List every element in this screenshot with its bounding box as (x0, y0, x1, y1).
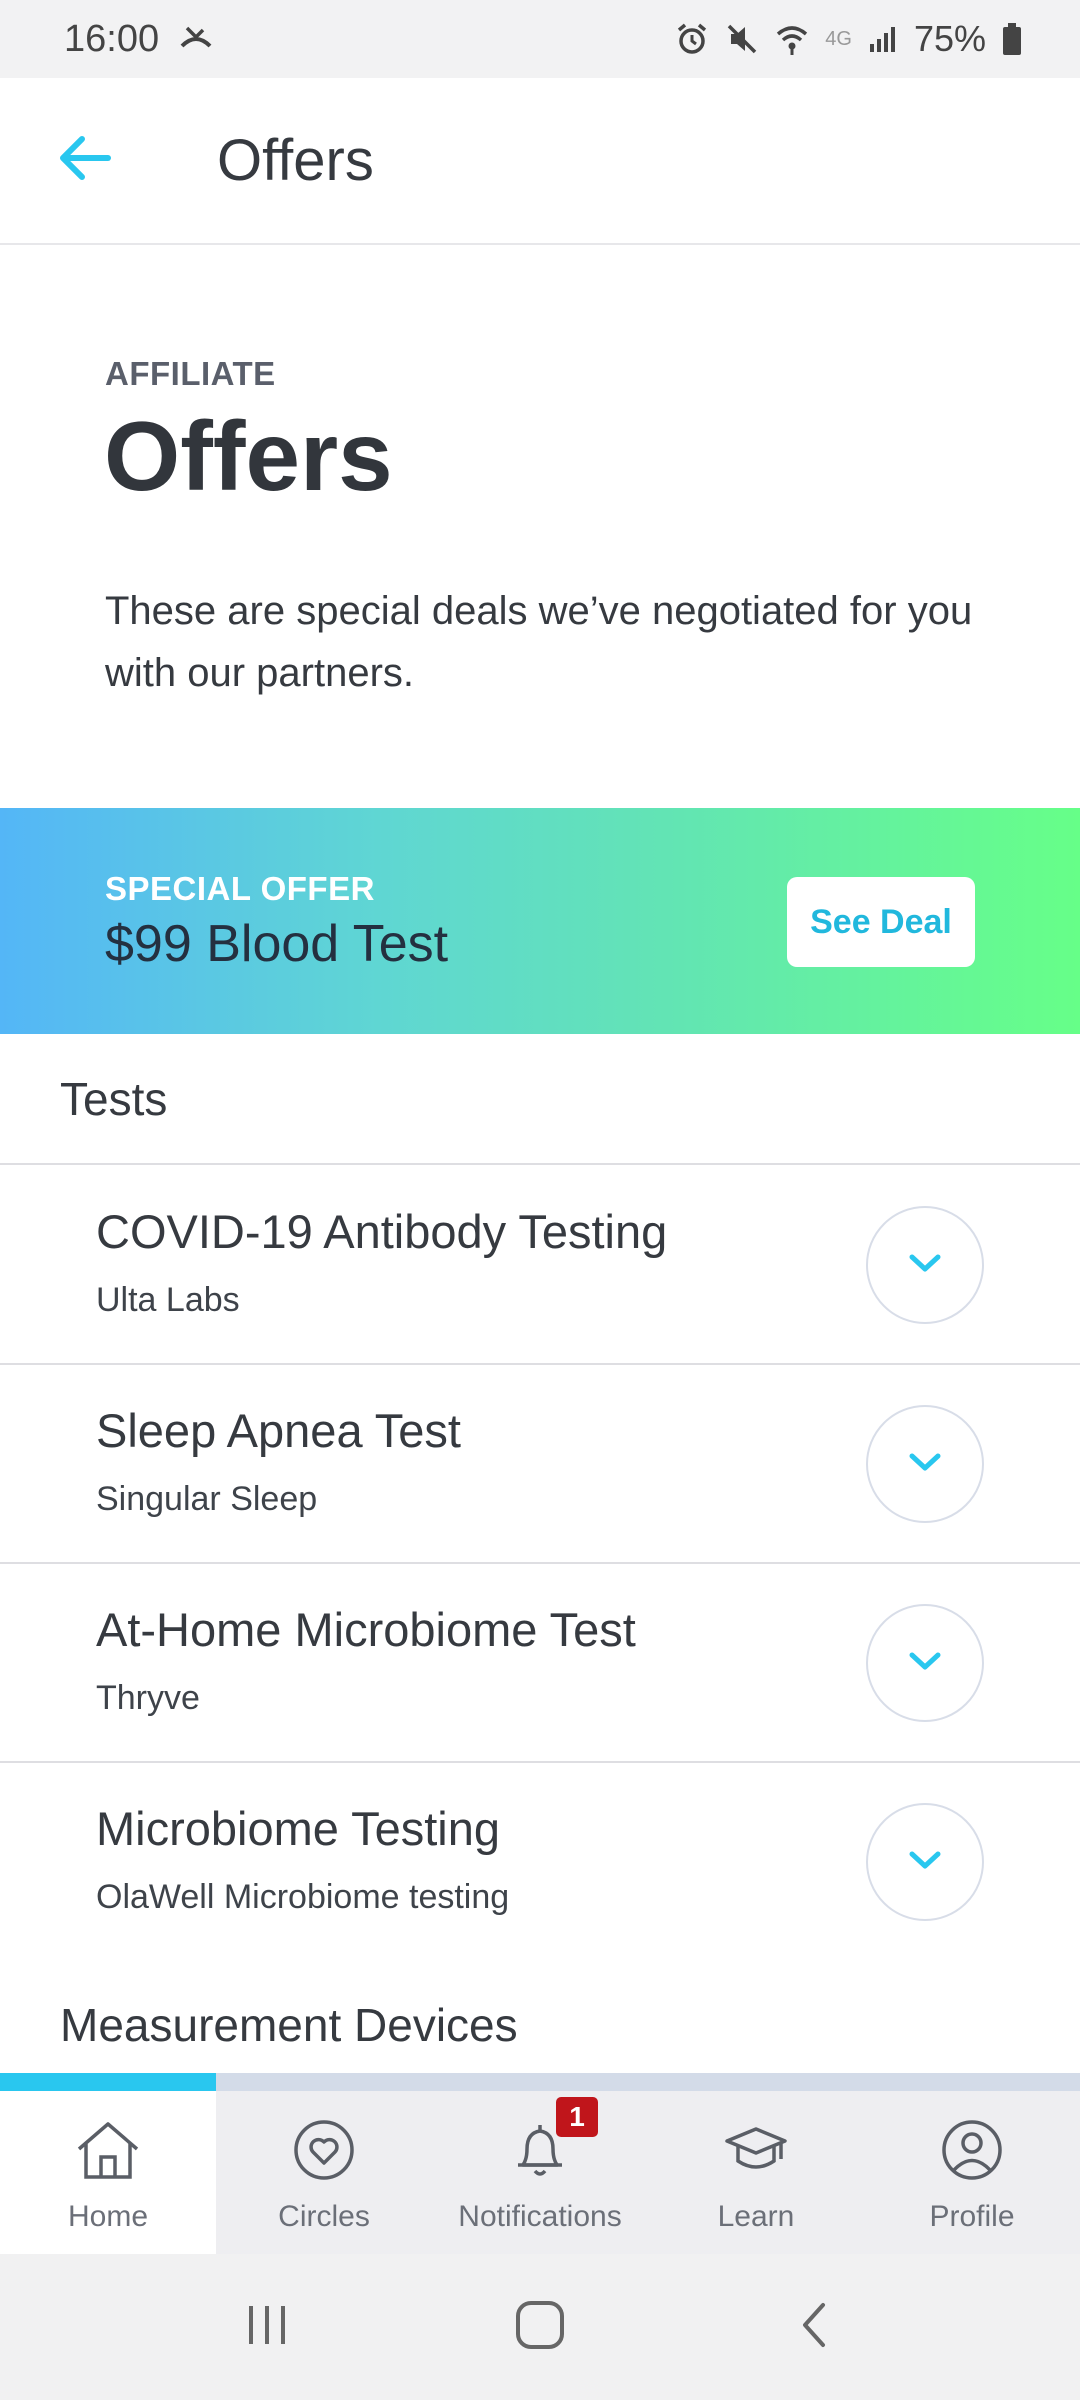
home-icon (73, 2119, 143, 2186)
recent-apps-icon (242, 2300, 292, 2355)
nav-item-home[interactable]: Home (0, 2091, 216, 2254)
wifi-icon (775, 22, 809, 56)
back-button[interactable] (52, 129, 116, 193)
offer-provider: Thryve (96, 1679, 200, 1717)
notification-badge: 1 (556, 2097, 598, 2137)
hero-section: AFFILIATE Offers These are special deals… (0, 245, 1080, 808)
offer-row[interactable]: Sleep Apnea Test Singular Sleep (0, 1365, 1080, 1564)
alarm-icon (675, 22, 709, 56)
system-nav-bar (0, 2254, 1080, 2400)
offer-row[interactable]: Microbiome Testing OlaWell Microbiome te… (0, 1763, 1080, 1962)
offer-row[interactable]: At-Home Microbiome Test Thryve (0, 1564, 1080, 1763)
nav-label-learn: Learn (717, 2200, 795, 2233)
nav-label-notifications: Notifications (458, 2200, 622, 2233)
nav-label-home: Home (67, 2200, 149, 2233)
special-offer-banner: SPECIAL OFFER $99 Blood Test See Deal (0, 808, 1080, 1034)
hero-eyebrow: AFFILIATE (105, 355, 276, 392)
chevron-down-icon (907, 1650, 943, 1677)
section-header-tests: Tests (0, 1034, 1080, 1165)
offer-title: Microbiome Testing (96, 1802, 501, 1855)
offer-provider: Ulta Labs (96, 1281, 240, 1319)
home-square-icon (513, 2298, 567, 2357)
section-header-devices: Measurement Devices (0, 1960, 1080, 2070)
nav-item-learn[interactable]: Learn (648, 2091, 864, 2254)
user-circle-icon (941, 2119, 1003, 2186)
offer-title: Sleep Apnea Test (96, 1404, 461, 1457)
app-bar-title: Offers (217, 128, 374, 193)
offer-row[interactable]: COVID-19 Antibody Testing Ulta Labs (0, 1166, 1080, 1365)
arrow-left-icon (56, 133, 112, 188)
back-system-button[interactable] (773, 2287, 853, 2367)
nav-item-profile[interactable]: Profile (864, 2091, 1080, 2254)
expand-button[interactable] (866, 1803, 984, 1921)
see-deal-button[interactable]: See Deal (787, 877, 975, 967)
status-bar: 16:00 4G 75% (0, 0, 1080, 78)
signal-icon (868, 24, 898, 54)
battery-icon (1002, 23, 1022, 55)
network-label: 4G (825, 27, 852, 50)
mute-icon (725, 22, 759, 56)
page-title: Offers (104, 401, 393, 511)
promo-label: SPECIAL OFFER (105, 870, 375, 907)
chevron-down-icon (907, 1252, 943, 1279)
expand-button[interactable] (866, 1604, 984, 1722)
graduation-cap-icon (723, 2119, 789, 2186)
home-system-button[interactable] (500, 2287, 580, 2367)
offer-provider: OlaWell Microbiome testing (96, 1878, 510, 1916)
status-time: 16:00 (64, 17, 160, 60)
missed-call-icon (179, 24, 213, 54)
bottom-nav: Home Circles 1 Notifications Learn Profi… (0, 2091, 1080, 2254)
nav-active-indicator (0, 2073, 216, 2091)
hero-description: These are special deals we’ve negotiated… (105, 589, 973, 695)
app-bar: Offers (0, 78, 1080, 245)
nav-label-circles: Circles (278, 2200, 370, 2233)
nav-label-profile: Profile (929, 2200, 1015, 2233)
expand-button[interactable] (866, 1206, 984, 1324)
nav-item-circles[interactable]: Circles (216, 2091, 432, 2254)
recent-apps-button[interactable] (227, 2287, 307, 2367)
nav-item-notifications[interactable]: 1 Notifications (432, 2091, 648, 2254)
offer-title: COVID-19 Antibody Testing (96, 1205, 668, 1258)
offer-provider: Singular Sleep (96, 1480, 318, 1518)
chevron-down-icon (907, 1849, 943, 1876)
expand-button[interactable] (866, 1405, 984, 1523)
heart-circle-icon (293, 2119, 355, 2186)
chevron-down-icon (907, 1451, 943, 1478)
chevron-left-icon (793, 2300, 833, 2355)
promo-title: $99 Blood Test (105, 915, 449, 973)
battery-percent: 75% (913, 18, 986, 59)
offer-title: At-Home Microbiome Test (96, 1603, 636, 1656)
